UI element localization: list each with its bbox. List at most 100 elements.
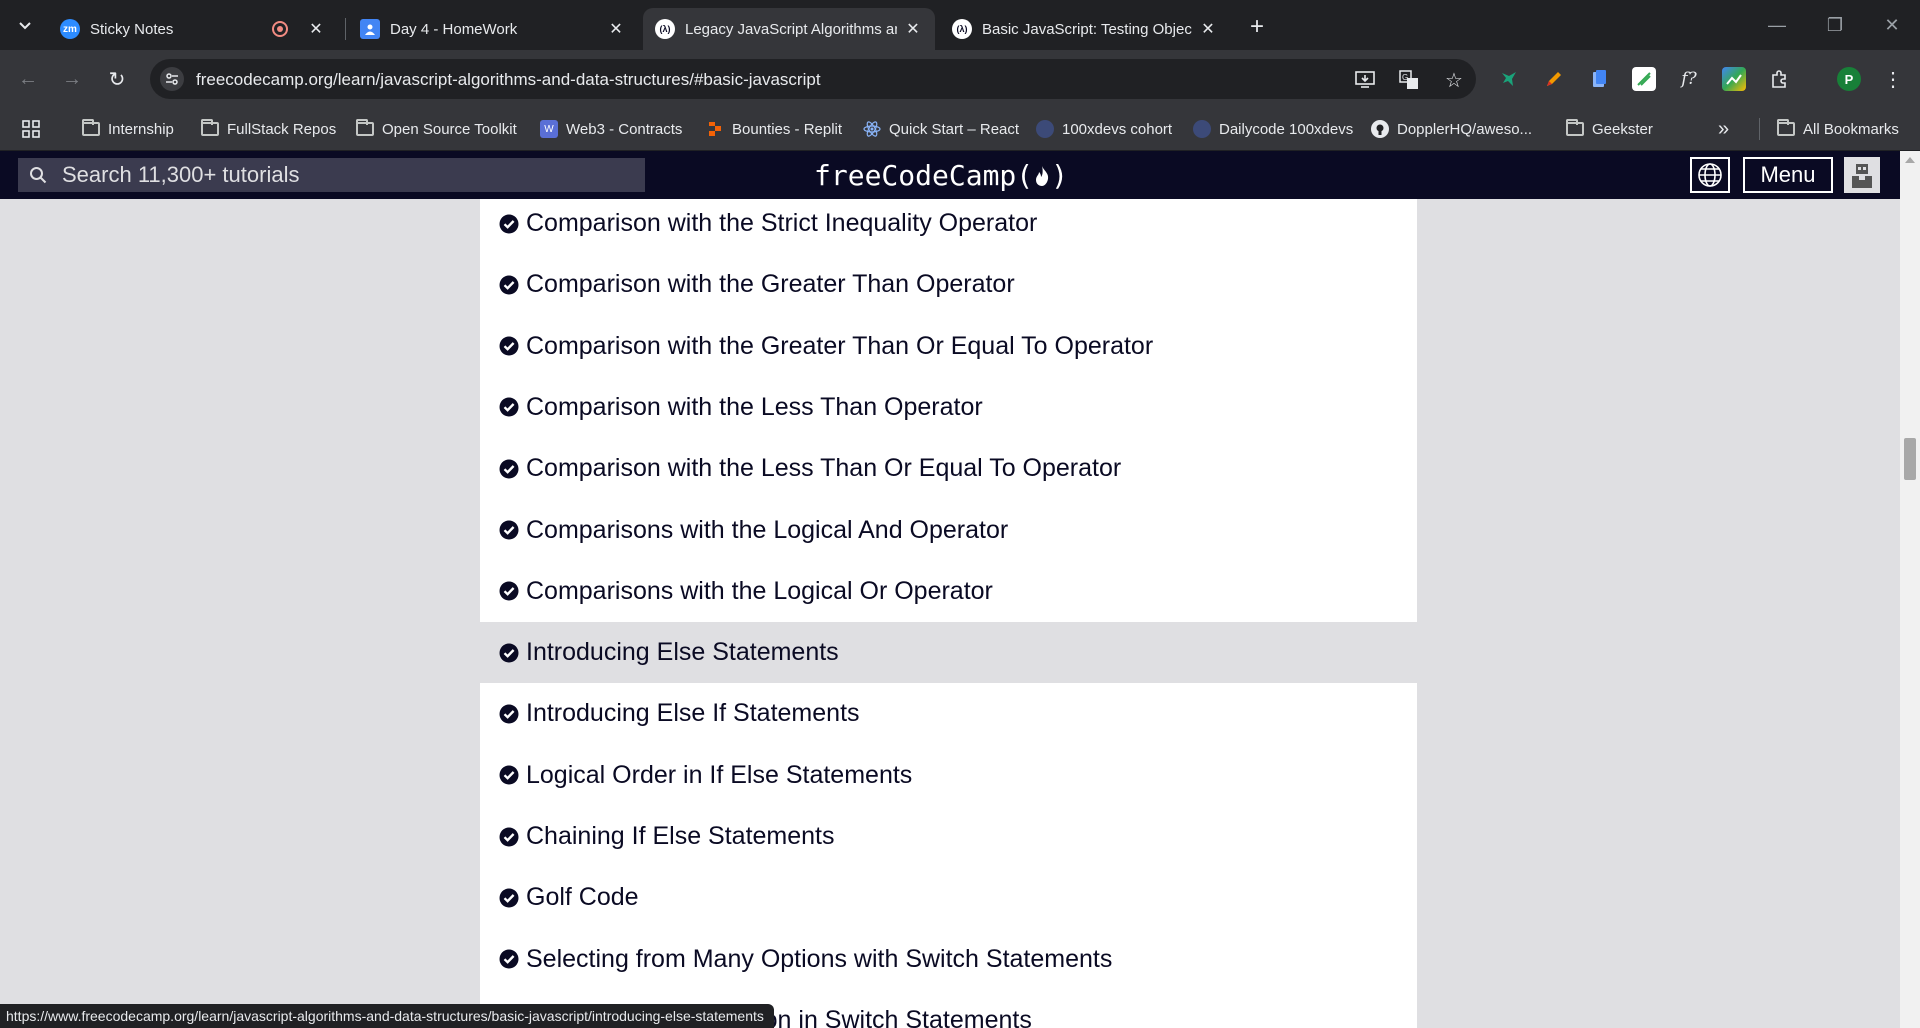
check-circle-icon <box>499 214 519 233</box>
bookmark-label: Open Source Toolkit <box>382 120 517 138</box>
lesson-title: Selecting from Many Options with Switch … <box>526 944 1113 973</box>
lesson-title: Comparison with the Less Than Or Equal T… <box>526 454 1122 483</box>
logo-text: ) <box>1051 159 1069 192</box>
github-icon <box>1371 120 1389 138</box>
apps-icon[interactable] <box>22 117 40 141</box>
lesson-link[interactable]: Comparison with the Less Than Or Equal T… <box>480 438 1417 499</box>
browser-toolbar: ← → ↻ freecodecamp.org/learn/javascript-… <box>0 50 1920 108</box>
bookmark-label: Internship <box>108 120 174 138</box>
page-scrollbar[interactable] <box>1900 151 1920 1028</box>
tab-legacy-javascript[interactable]: (λ) Legacy JavaScript Algorithms an ✕ <box>643 8 935 50</box>
menu-button[interactable]: Menu <box>1743 157 1833 193</box>
forward-button[interactable]: → <box>57 64 87 94</box>
language-button[interactable] <box>1690 157 1730 193</box>
more-bookmarks-button[interactable]: » <box>1718 117 1729 141</box>
bookmark-internship[interactable]: Internship <box>82 117 174 141</box>
bookmark-geekster[interactable]: Geekster <box>1566 117 1653 141</box>
address-bar[interactable]: freecodecamp.org/learn/javascript-algori… <box>150 59 1476 99</box>
lesson-title: Comparison with the Strict Inequality Op… <box>526 209 1038 237</box>
close-window-button[interactable]: ✕ <box>1863 0 1920 50</box>
bookmark-label: Dailycode 100xdevs <box>1219 120 1354 138</box>
lesson-link[interactable]: Introducing Else Statements <box>480 622 1417 684</box>
bookmark-star-icon[interactable]: ☆ <box>1443 69 1465 92</box>
restore-button[interactable]: ❐ <box>1806 0 1864 50</box>
bookmark-label: Bounties - Replit <box>732 120 843 138</box>
lesson-link[interactable]: Comparison with the Less Than Operator <box>480 377 1417 438</box>
close-icon[interactable]: ✕ <box>1198 19 1218 39</box>
all-bookmarks-button[interactable]: All Bookmarks <box>1777 117 1899 141</box>
more-vertical-icon[interactable]: ⋮ <box>1881 67 1905 91</box>
scrollbar-thumb[interactable] <box>1904 438 1916 480</box>
freecodecamp-icon: (λ) <box>952 19 972 39</box>
zoom-icon: zm <box>60 19 80 39</box>
close-icon[interactable]: ✕ <box>306 19 326 39</box>
lesson-title: Comparison with the Greater Than Operato… <box>526 270 1015 299</box>
tab-sticky-notes[interactable]: zm Sticky Notes ✕ <box>48 8 338 50</box>
lesson-link[interactable]: Introducing Else If Statements <box>480 683 1417 744</box>
freecodecamp-icon: (λ) <box>655 19 675 39</box>
new-tab-button[interactable]: + <box>1242 12 1272 42</box>
replit-icon <box>706 120 724 138</box>
tab-day4-homework[interactable]: Day 4 - HomeWork ✕ <box>348 8 638 50</box>
fcc-logo[interactable]: freeCodeCamp() <box>814 159 1068 192</box>
lesson-link[interactable]: Comparisons with the Logical And Operato… <box>480 500 1417 561</box>
lesson-link[interactable]: Comparisons with the Logical Or Operator <box>480 561 1417 622</box>
extension-docs-icon[interactable] <box>1587 67 1611 91</box>
tab-search-button[interactable] <box>8 11 42 41</box>
bookmark-open-source-toolkit[interactable]: Open Source Toolkit <box>356 117 517 141</box>
bookmarks-bar: Internship FullStack Repos Open Source T… <box>0 108 1920 151</box>
bookmark-100xdevs-cohort[interactable]: 100xdevs cohort <box>1036 117 1172 141</box>
extension-bird-icon[interactable] <box>1497 67 1521 91</box>
bookmark-bounties-replit[interactable]: Bounties - Replit <box>706 117 842 141</box>
bookmark-label: Quick Start – React <box>889 120 1020 138</box>
bookmark-dailycode-100xdevs[interactable]: Dailycode 100xdevs <box>1193 117 1353 141</box>
extension-feather-icon[interactable] <box>1632 67 1656 91</box>
tab-title: Legacy JavaScript Algorithms an <box>685 20 897 38</box>
minimize-button[interactable]: — <box>1748 0 1806 50</box>
install-app-icon[interactable] <box>1354 69 1376 91</box>
lesson-link[interactable]: Comparison with the Greater Than Or Equa… <box>480 316 1417 377</box>
bookmark-dopplerhq[interactable]: DopplerHQ/aweso... <box>1371 117 1532 141</box>
reload-button[interactable]: ↻ <box>102 64 132 94</box>
lesson-link[interactable]: Selecting from Many Options with Switch … <box>480 929 1417 990</box>
main-content: Comparison with the Strict Inequality Op… <box>0 199 1900 1028</box>
lesson-link[interactable]: Golf Code <box>480 867 1417 928</box>
extensions-puzzle-icon[interactable] <box>1767 67 1791 91</box>
tab-title: Basic JavaScript: Testing Object <box>982 20 1192 38</box>
tab-title: Sticky Notes <box>90 20 174 38</box>
folder-icon <box>1566 119 1584 138</box>
extension-function-icon[interactable]: f? <box>1677 67 1701 91</box>
url-text: freecodecamp.org/learn/javascript-algori… <box>196 70 821 89</box>
extension-image-icon[interactable] <box>1722 67 1746 91</box>
bookmark-label: All Bookmarks <box>1803 120 1899 138</box>
lesson-link[interactable]: Chaining If Else Statements <box>480 806 1417 867</box>
avatar-icon <box>1193 120 1211 138</box>
scroll-up-arrow[interactable] <box>1905 157 1915 163</box>
search-input[interactable] <box>60 161 624 189</box>
translate-icon[interactable]: G <box>1398 69 1420 91</box>
profile-avatar[interactable]: P <box>1837 67 1861 91</box>
lesson-link[interactable]: Logical Order in If Else Statements <box>480 745 1417 806</box>
check-circle-icon <box>499 949 519 969</box>
bookmark-fullstack-repos[interactable]: FullStack Repos <box>201 117 336 141</box>
close-icon[interactable]: ✕ <box>903 19 923 39</box>
site-info-icon[interactable] <box>160 67 184 91</box>
tab-basic-javascript[interactable]: (λ) Basic JavaScript: Testing Object ✕ <box>940 8 1230 50</box>
check-circle-icon <box>499 827 519 846</box>
back-button[interactable]: ← <box>13 64 43 94</box>
lesson-link[interactable]: Comparison with the Greater Than Operato… <box>480 254 1417 315</box>
folder-icon <box>356 119 374 138</box>
bookmark-quick-start-react[interactable]: Quick Start – React <box>863 117 1019 141</box>
folder-icon <box>1777 119 1795 138</box>
bookmark-web3-contracts[interactable]: W Web3 - Contracts <box>540 117 682 141</box>
close-icon[interactable]: ✕ <box>606 19 626 39</box>
search-bar[interactable] <box>18 158 645 192</box>
react-icon <box>863 120 881 138</box>
google-classroom-icon <box>360 19 380 39</box>
extension-pen-icon[interactable] <box>1542 67 1566 91</box>
check-circle-icon <box>499 704 519 724</box>
check-circle-icon <box>499 520 519 540</box>
user-avatar[interactable] <box>1844 157 1880 193</box>
tab-divider <box>345 18 346 40</box>
lesson-link[interactable]: Comparison with the Strict Inequality Op… <box>480 199 1417 254</box>
